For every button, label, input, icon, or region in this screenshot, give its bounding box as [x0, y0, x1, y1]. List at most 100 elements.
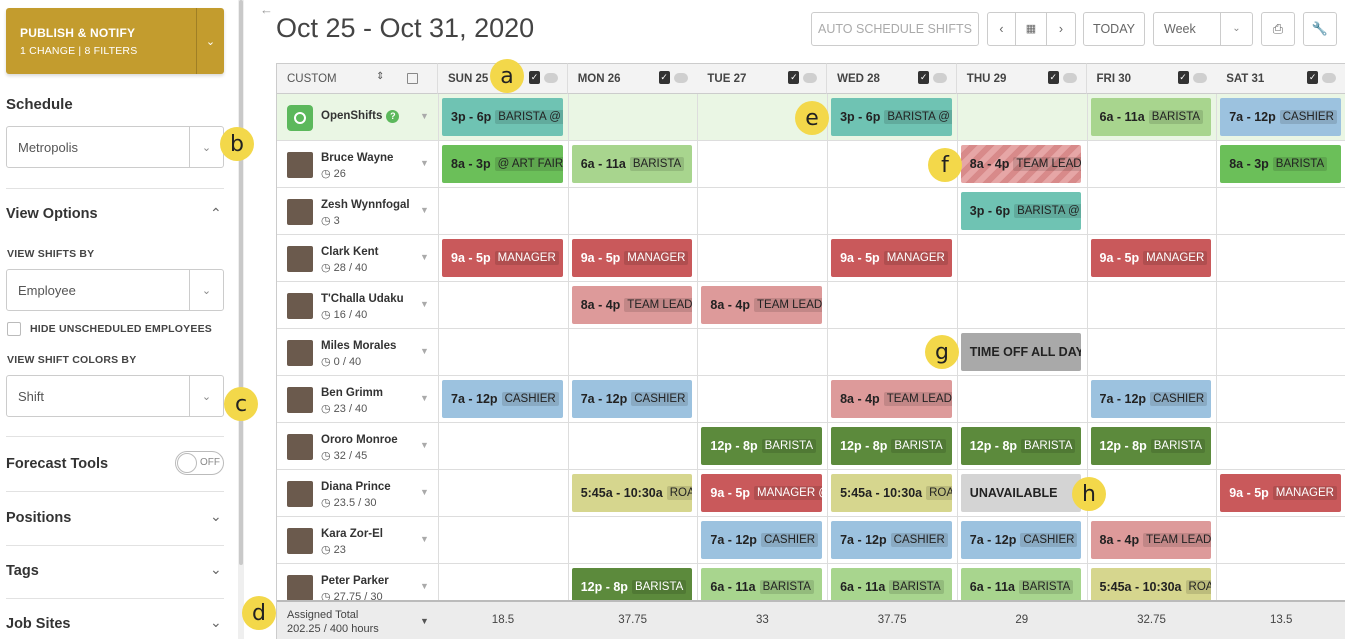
- shift-block[interactable]: 8a - 4p TEAM LEAD: [701, 286, 823, 324]
- shift-block[interactable]: 9a - 5p MANAGER: [442, 239, 563, 277]
- select-all-icon[interactable]: [407, 73, 418, 84]
- comment-icon[interactable]: [1192, 72, 1207, 83]
- shift-block[interactable]: 12p - 8p BARISTA: [1090, 427, 1212, 465]
- employee-cell[interactable]: Kara Zor-El ◷ 23 ▼: [277, 517, 438, 564]
- shift-block[interactable]: 8a - 3p BARISTA: [1220, 145, 1341, 183]
- chevron-down-icon[interactable]: ⌄: [210, 561, 222, 578]
- chevron-down-icon[interactable]: ⌄: [210, 508, 222, 525]
- comment-icon[interactable]: [803, 72, 818, 83]
- status-block[interactable]: UNAVAILABLE: [960, 474, 1082, 512]
- clipboard-icon[interactable]: ✓: [529, 71, 540, 84]
- employee-cell[interactable]: Miles Morales ◷ 0 / 40 ▼: [277, 329, 438, 376]
- caret-down-icon[interactable]: ▼: [420, 581, 429, 591]
- clipboard-icon[interactable]: ✓: [788, 71, 800, 84]
- forecast-toggle[interactable]: OFF: [175, 451, 224, 475]
- shift-block[interactable]: 6a - 11a BARISTA: [1090, 98, 1212, 136]
- shift-block[interactable]: 12p - 8p BARISTA: [960, 427, 1082, 465]
- shift-block[interactable]: 7a - 12p CASHIER: [831, 521, 952, 559]
- sidebar-scrollbar[interactable]: [238, 0, 244, 639]
- caret-down-icon[interactable]: ▼: [420, 393, 429, 403]
- employee-cell[interactable]: T'Challa Udaku ◷ 16 / 40 ▼: [277, 282, 438, 329]
- chevron-down-icon[interactable]: ⌄: [210, 614, 222, 631]
- day-header[interactable]: FRI 30 ✓: [1086, 63, 1217, 94]
- view-options-heading[interactable]: View Options: [6, 206, 98, 222]
- employee-cell[interactable]: OpenShifts? ▼: [277, 94, 438, 141]
- caret-down-icon[interactable]: ▼: [420, 534, 429, 544]
- comment-icon[interactable]: [1322, 72, 1337, 83]
- positions-heading[interactable]: Positions: [6, 510, 71, 526]
- shift-block[interactable]: 5:45a - 10:30aROAS: [831, 474, 952, 512]
- shift-block[interactable]: 9a - 5p MANAGER: [1090, 239, 1212, 277]
- collapse-arrow-icon[interactable]: ←: [260, 2, 273, 17]
- shift-block[interactable]: 7a - 12p CASHIER: [442, 380, 563, 418]
- shift-block[interactable]: 8a - 4p TEAM LEAD: [960, 145, 1082, 183]
- schedule-select[interactable]: Metropolis ⌄: [6, 126, 224, 168]
- day-header[interactable]: SAT 31 ✓: [1216, 63, 1345, 94]
- employee-cell[interactable]: Clark Kent ◷ 28 / 40 ▼: [277, 235, 438, 282]
- clipboard-icon[interactable]: ✓: [658, 71, 670, 84]
- caret-down-icon[interactable]: ▼: [420, 487, 429, 497]
- shift-block[interactable]: 7a - 12p CASHIER: [1090, 380, 1212, 418]
- caret-down-icon[interactable]: ▼: [420, 299, 429, 309]
- tags-heading[interactable]: Tags: [6, 563, 39, 579]
- shift-block[interactable]: 7a - 12p CASHIER: [571, 380, 693, 418]
- shift-block[interactable]: 7a - 12p CASHIER: [1220, 98, 1341, 136]
- shift-block[interactable]: 3p - 6pBARISTA @ A: [960, 192, 1082, 230]
- employee-cell[interactable]: Ororo Monroe ◷ 32 / 45 ▼: [277, 423, 438, 470]
- view-shifts-by-select[interactable]: Employee ⌄: [6, 269, 224, 311]
- scrollbar-thumb[interactable]: [239, 0, 243, 565]
- shift-block[interactable]: 3p - 6pBARISTA @ A: [831, 98, 952, 136]
- employee-cell[interactable]: Zesh Wynnfogal ◷ 3 ▼: [277, 188, 438, 235]
- clipboard-icon[interactable]: ✓: [918, 71, 930, 84]
- shift-block[interactable]: 12p - 8p BARISTA: [701, 427, 823, 465]
- shift-block[interactable]: 9a - 5p MANAGER: [571, 239, 693, 277]
- shift-block[interactable]: 8a - 4p TEAM LEAD: [831, 380, 952, 418]
- shift-block[interactable]: 5:45a - 10:30aROAS: [571, 474, 693, 512]
- shift-block[interactable]: 7a - 12p CASHIER: [960, 521, 1082, 559]
- hide-unscheduled-checkbox[interactable]: [7, 322, 21, 336]
- shift-block[interactable]: 8a - 3p@ ART FAIR E: [442, 145, 563, 183]
- employee-cell[interactable]: Bruce Wayne ◷ 26 ▼: [277, 141, 438, 188]
- shift-block[interactable]: 9a - 5p MANAGER: [1220, 474, 1341, 512]
- comment-icon[interactable]: [933, 72, 948, 83]
- shift-block[interactable]: 9a - 5p MANAGER @: [701, 474, 823, 512]
- view-mode-select[interactable]: Week ⌄: [1153, 12, 1253, 46]
- day-header[interactable]: THU 29 ✓: [956, 63, 1087, 94]
- comment-icon[interactable]: [544, 72, 558, 83]
- caret-down-icon[interactable]: ▼: [420, 440, 429, 450]
- calendar-icon[interactable]: ▦: [1016, 13, 1047, 45]
- sort-header[interactable]: CUSTOM ⇕: [277, 63, 438, 94]
- chevron-left-icon[interactable]: ‹: [988, 13, 1016, 45]
- clipboard-icon[interactable]: ✓: [1047, 71, 1059, 84]
- help-icon[interactable]: ?: [386, 110, 400, 123]
- shift-block[interactable]: 8a - 4p TEAM LEAD: [1090, 521, 1212, 559]
- caret-down-icon[interactable]: ▼: [420, 205, 429, 215]
- job-sites-heading[interactable]: Job Sites: [6, 616, 70, 632]
- employee-cell[interactable]: Ben Grimm ◷ 23 / 40 ▼: [277, 376, 438, 423]
- today-button[interactable]: TODAY: [1083, 12, 1145, 46]
- comment-icon[interactable]: [673, 72, 688, 83]
- day-header[interactable]: TUE 27 ✓: [697, 63, 828, 94]
- caret-down-icon[interactable]: ▼: [420, 111, 429, 121]
- comment-icon[interactable]: [1062, 72, 1077, 83]
- chevron-right-icon[interactable]: ›: [1047, 13, 1075, 45]
- shift-block[interactable]: 6a - 11a BARISTA: [571, 145, 693, 183]
- caret-down-icon[interactable]: ▼: [420, 252, 429, 262]
- shift-block[interactable]: 12p - 8p BARISTA: [831, 427, 952, 465]
- shift-block[interactable]: 8a - 4p TEAM LEAD: [571, 286, 693, 324]
- assigned-total-label[interactable]: Assigned Total 202.25 / 400 hours: [287, 608, 379, 636]
- print-icon[interactable]: ⎙: [1261, 12, 1295, 46]
- shift-block[interactable]: 9a - 5p MANAGER: [831, 239, 952, 277]
- auto-schedule-button[interactable]: AUTO SCHEDULE SHIFTS: [811, 12, 979, 46]
- employee-cell[interactable]: Diana Prince ◷ 23.5 / 30 ▼: [277, 470, 438, 517]
- day-header[interactable]: WED 28 ✓: [827, 63, 958, 94]
- wrench-icon[interactable]: 🔧: [1303, 12, 1337, 46]
- sort-icon[interactable]: ⇕: [376, 71, 384, 82]
- caret-down-icon[interactable]: ▼: [420, 346, 429, 356]
- shift-block[interactable]: 3p - 6pBARISTA @ A: [442, 98, 563, 136]
- view-colors-by-select[interactable]: Shift ⌄: [6, 375, 224, 417]
- publish-notify-button[interactable]: PUBLISH & NOTIFY 1 CHANGE | 8 FILTERS ⌄: [6, 8, 224, 74]
- clipboard-icon[interactable]: ✓: [1307, 71, 1319, 84]
- chevron-up-icon[interactable]: ⌃: [210, 205, 222, 222]
- caret-down-icon[interactable]: ▼: [420, 158, 429, 168]
